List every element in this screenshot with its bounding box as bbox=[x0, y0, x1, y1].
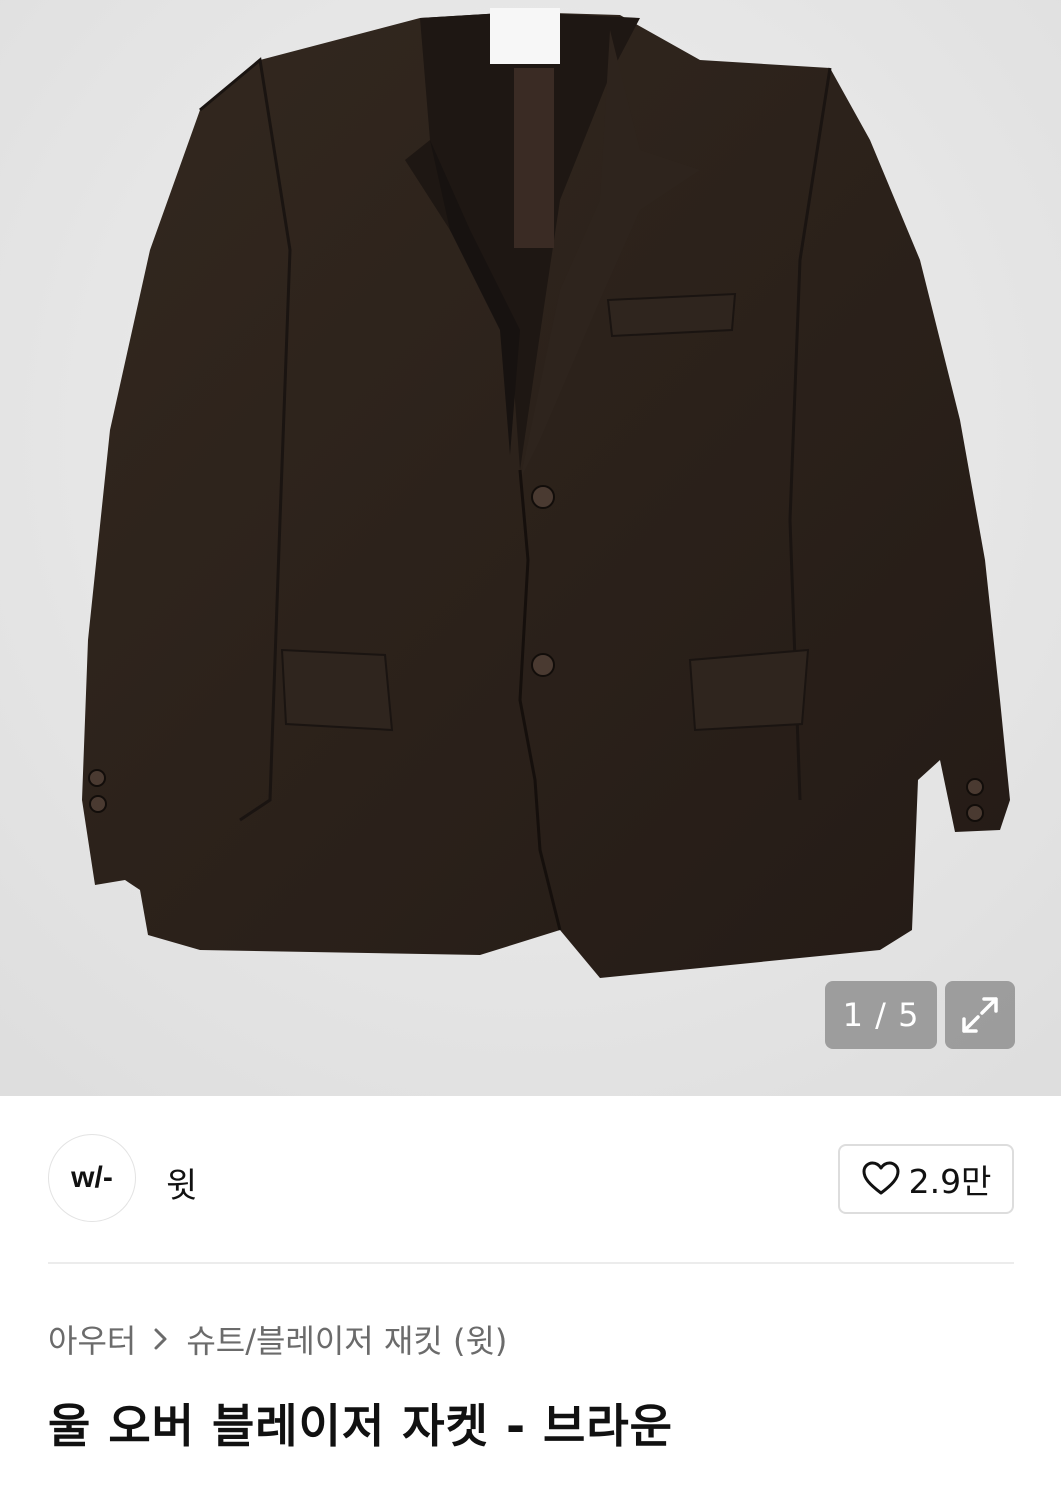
divider bbox=[48, 1262, 1014, 1264]
breadcrumb-item-outer[interactable]: 아우터 bbox=[48, 1316, 136, 1362]
like-count: 2.9만 bbox=[908, 1162, 992, 1201]
chevron-right-icon bbox=[154, 1328, 167, 1350]
like-button[interactable]: 2.9만 bbox=[838, 1144, 1014, 1214]
image-counter-text: 1 / 5 bbox=[842, 996, 920, 1034]
expand-icon bbox=[962, 997, 998, 1033]
image-counter: 1 / 5 bbox=[825, 981, 937, 1049]
breadcrumb: 아우터 슈트/블레이저 재킷 (윗) bbox=[48, 1316, 507, 1362]
product-title: 울 오버 블레이저 자켓 - 브라운 bbox=[48, 1399, 674, 1453]
brand-logo-text: w/- bbox=[71, 1161, 113, 1194]
expand-button[interactable] bbox=[945, 981, 1015, 1049]
jacket-photo bbox=[0, 0, 1061, 1096]
breadcrumb-item-category[interactable]: 슈트/블레이저 재킷 (윗) bbox=[186, 1316, 507, 1362]
brand-row: w/- 윗 2.9만 bbox=[48, 1134, 1014, 1224]
brand-logo[interactable]: w/- bbox=[48, 1134, 136, 1222]
product-image-viewer[interactable]: 1 / 5 bbox=[0, 0, 1061, 1096]
heart-icon bbox=[862, 1161, 900, 1195]
brand-name[interactable]: 윗 bbox=[166, 1158, 197, 1207]
